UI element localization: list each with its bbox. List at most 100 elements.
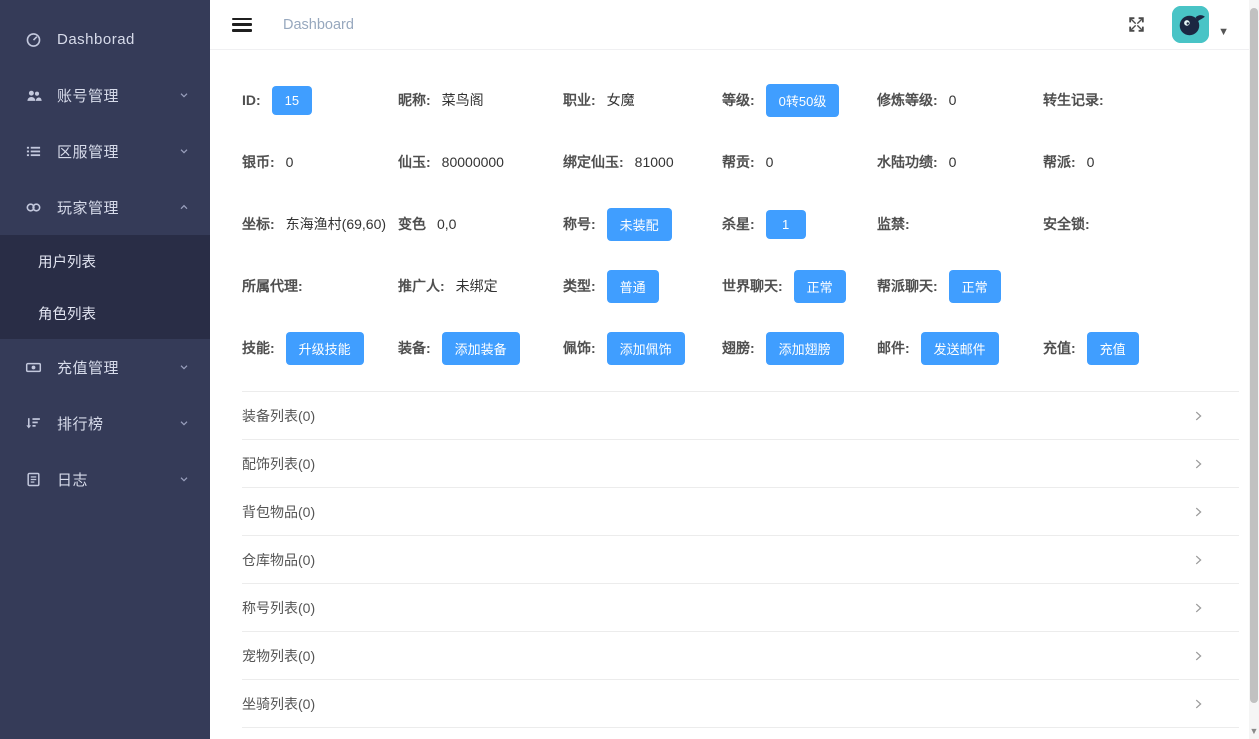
sidebar-item-log[interactable]: 日志 [0, 451, 210, 507]
field-label: 修炼等级: [877, 90, 938, 110]
main-area: Dashboard ▼ ID: 15 昵称: 菜鸟阁 [210, 0, 1259, 739]
field-skill: 技能: 升级技能 [242, 332, 398, 365]
field-jade: 仙玉: 80000000 [398, 152, 563, 172]
field-rebirth-record: 转生记录: [1043, 90, 1259, 110]
chevron-up-icon [178, 201, 190, 213]
field-value: 菜鸟阁 [442, 90, 484, 110]
scrollbar: ▼ [1249, 0, 1259, 739]
hamburger-menu-icon[interactable] [232, 18, 252, 32]
sidebar-item-server[interactable]: 区服管理 [0, 123, 210, 179]
title-button[interactable]: 未装配 [607, 208, 672, 241]
sidebar-item-account[interactable]: 账号管理 [0, 67, 210, 123]
field-imprisonment: 监禁: [877, 214, 1043, 234]
field-cultivation-level: 修炼等级: 0 [877, 90, 1043, 110]
chevron-down-icon [178, 473, 190, 485]
field-equipment: 装备: 添加装备 [398, 332, 563, 365]
field-label: 坐标: [242, 214, 275, 234]
field-label: 翅膀: [722, 338, 755, 358]
field-color-change: 变色 0,0 [398, 214, 563, 234]
row-title-list[interactable]: 称号列表(0) [242, 584, 1239, 632]
scrollbar-down-arrow-icon[interactable]: ▼ [1249, 726, 1259, 736]
field-label: 水陆功绩: [877, 152, 938, 172]
field-label: 称号: [563, 214, 596, 234]
add-accessory-button[interactable]: 添加佩饰 [607, 332, 685, 365]
recharge-button[interactable]: 充值 [1087, 332, 1139, 365]
list-row-label: 宠物列表(0) [242, 646, 315, 666]
add-wing-button[interactable]: 添加翅膀 [766, 332, 844, 365]
player-submenu: 用户列表 角色列表 [0, 235, 210, 339]
sidebar-item-dashboard[interactable]: Dashborad [0, 11, 210, 67]
chevron-right-icon [1191, 697, 1205, 711]
field-label: ID: [242, 92, 261, 108]
field-value: 女魔 [607, 90, 635, 110]
field-value: 0 [949, 92, 957, 108]
sidebar-item-recharge[interactable]: 充值管理 [0, 339, 210, 395]
field-label: 推广人: [398, 276, 445, 296]
field-promoter: 推广人: 未绑定 [398, 276, 563, 296]
fullscreen-icon[interactable] [1127, 15, 1146, 34]
field-value: 80000000 [442, 154, 504, 170]
sidebar-item-label: Dashborad [57, 31, 190, 48]
player-detail: ID: 15 昵称: 菜鸟阁 职业: 女魔 等级: 0转50级 修炼等级: [210, 50, 1259, 379]
field-label: 变色 [398, 214, 426, 234]
detail-row: ID: 15 昵称: 菜鸟阁 职业: 女魔 等级: 0转50级 修炼等级: [242, 69, 1259, 131]
topbar: Dashboard ▼ [210, 0, 1259, 50]
topbar-right: ▼ [1127, 6, 1229, 43]
sidebar-item-ranking[interactable]: 排行榜 [0, 395, 210, 451]
field-level: 等级: 0转50级 [722, 84, 877, 117]
field-label: 帮派聊天: [877, 276, 938, 296]
guild-chat-button[interactable]: 正常 [949, 270, 1001, 303]
field-label: 帮贡: [722, 152, 755, 172]
sidebar-subitem-user-list[interactable]: 用户列表 [0, 235, 210, 287]
upgrade-skill-button[interactable]: 升级技能 [286, 332, 364, 365]
level-button[interactable]: 0转50级 [766, 84, 840, 117]
field-recharge: 充值: 充值 [1043, 332, 1259, 365]
field-label: 昵称: [398, 90, 431, 110]
money-icon [25, 359, 42, 376]
caret-down-icon[interactable]: ▼ [1218, 26, 1229, 38]
field-value: 未绑定 [456, 276, 498, 296]
sidebar-item-player[interactable]: 玩家管理 [0, 179, 210, 235]
chevron-right-icon [1191, 601, 1205, 615]
detail-row: 银币: 0 仙玉: 80000000 绑定仙玉: 81000 帮贡: 0 水陆功… [242, 131, 1259, 193]
field-label: 帮派: [1043, 152, 1076, 172]
field-value: 0 [949, 154, 957, 170]
row-mount-list[interactable]: 坐骑列表(0) [242, 680, 1239, 728]
field-coordinates: 坐标: 东海渔村(69,60) [242, 214, 398, 234]
sidebar-item-label: 排行榜 [57, 413, 178, 434]
kill-star-button[interactable]: 1 [766, 210, 806, 239]
row-bag-items[interactable]: 背包物品(0) [242, 488, 1239, 536]
type-button[interactable]: 普通 [607, 270, 659, 303]
link-icon [25, 199, 42, 216]
field-label: 佩饰: [563, 338, 596, 358]
row-pet-list[interactable]: 宠物列表(0) [242, 632, 1239, 680]
field-security-lock: 安全锁: [1043, 214, 1259, 234]
field-label: 杀星: [722, 214, 755, 234]
field-label: 安全锁: [1043, 214, 1090, 234]
id-button[interactable]: 15 [272, 86, 312, 115]
collapsible-lists: 装备列表(0) 配饰列表(0) 背包物品(0) 仓库物品(0) 称号列表(0) … [242, 391, 1239, 728]
server-list-icon [25, 143, 42, 160]
chevron-right-icon [1191, 457, 1205, 471]
field-kill-star: 杀星: 1 [722, 210, 877, 239]
add-equipment-button[interactable]: 添加装备 [442, 332, 520, 365]
field-nickname: 昵称: 菜鸟阁 [398, 90, 563, 110]
scrollbar-thumb[interactable] [1250, 8, 1258, 703]
breadcrumb[interactable]: Dashboard [283, 17, 354, 33]
avatar[interactable] [1172, 6, 1209, 43]
detail-row: 技能: 升级技能 装备: 添加装备 佩饰: 添加佩饰 翅膀: 添加翅膀 邮件: [242, 317, 1259, 379]
field-value: 0 [766, 154, 774, 170]
field-accessory: 佩饰: 添加佩饰 [563, 332, 722, 365]
send-mail-button[interactable]: 发送邮件 [921, 332, 999, 365]
list-row-label: 称号列表(0) [242, 598, 315, 618]
chevron-right-icon [1191, 553, 1205, 567]
world-chat-button[interactable]: 正常 [794, 270, 846, 303]
sidebar-subitem-role-list[interactable]: 角色列表 [0, 287, 210, 339]
sidebar-subitem-label: 角色列表 [38, 303, 96, 324]
chevron-right-icon [1191, 505, 1205, 519]
row-equipment-list[interactable]: 装备列表(0) [242, 392, 1239, 440]
app: Dashborad 账号管理 区服管理 玩家管理 [0, 0, 1259, 739]
row-warehouse-items[interactable]: 仓库物品(0) [242, 536, 1239, 584]
list-row-label: 配饰列表(0) [242, 454, 315, 474]
row-accessory-list[interactable]: 配饰列表(0) [242, 440, 1239, 488]
